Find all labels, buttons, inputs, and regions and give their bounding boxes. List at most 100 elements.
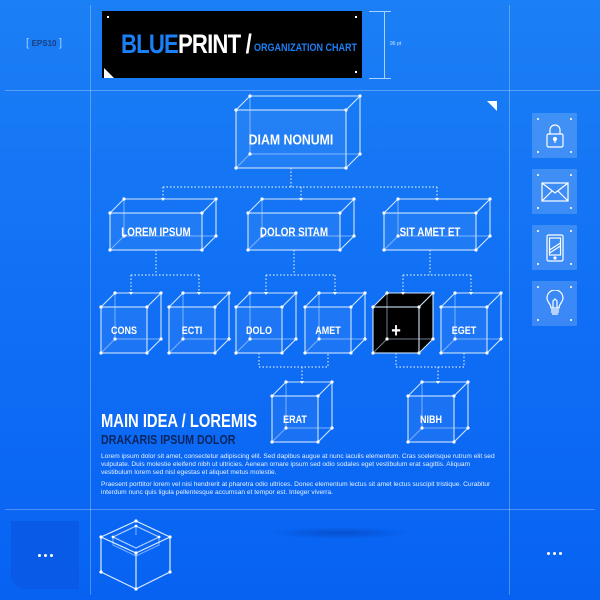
corner-dot xyxy=(537,319,539,321)
box-vertex xyxy=(167,305,171,309)
box-vertex xyxy=(417,305,421,309)
node-root[interactable]: DIAM NONUMI xyxy=(234,94,362,170)
corner-dot xyxy=(537,230,539,232)
box-vertex xyxy=(349,305,353,309)
node-add[interactable]: + xyxy=(371,291,435,355)
box-vertex xyxy=(439,305,443,309)
node-level2[interactable]: DOLO xyxy=(234,291,298,355)
connector-root xyxy=(163,168,437,188)
node-level1[interactable]: SIT AMET ET xyxy=(382,197,492,252)
box-vertex xyxy=(213,351,217,355)
drop-shadow xyxy=(270,527,410,539)
box-vertex xyxy=(431,291,435,295)
box-vertex xyxy=(159,291,163,295)
node-level2[interactable]: AMET xyxy=(303,291,367,355)
box-vertex xyxy=(466,380,470,384)
box-vertex xyxy=(431,337,435,341)
box-vertex xyxy=(453,291,457,295)
box-vertex xyxy=(466,426,470,430)
node-level2[interactable]: ECTI xyxy=(167,291,231,355)
box-vertex xyxy=(352,234,356,238)
box-vertex xyxy=(452,394,456,398)
node-label: CONS xyxy=(111,325,137,337)
sub-idea-heading: DRAKARIS IPSUM DOLOR xyxy=(101,432,236,447)
box-vertex xyxy=(234,305,238,309)
paragraph-1: Lorem ipsum dolor sit amet, consectetur … xyxy=(101,453,495,477)
body-text: Lorem ipsum dolor sit amet, consectetur … xyxy=(101,453,501,500)
box-vertex xyxy=(406,394,410,398)
box-vertex xyxy=(317,337,321,341)
box-vertex xyxy=(406,440,410,444)
box-vertex xyxy=(227,337,231,341)
node-label: DIAM NONUMI xyxy=(249,131,334,147)
box-vertex xyxy=(385,291,389,295)
box-vertex xyxy=(485,305,489,309)
mail-button[interactable] xyxy=(532,169,577,214)
box-vertex xyxy=(316,394,320,398)
more-button-left[interactable] xyxy=(11,521,79,589)
box-vertex xyxy=(159,337,163,341)
lock-icon xyxy=(545,123,564,148)
node-label: NIBH xyxy=(420,414,442,426)
node-label: EGET xyxy=(452,325,477,337)
corner-dot xyxy=(537,151,539,153)
box-vertex xyxy=(167,351,171,355)
box-vertex xyxy=(330,426,334,430)
box-vertex xyxy=(113,291,117,295)
corner-dot xyxy=(537,118,539,120)
corner-dot xyxy=(570,151,572,153)
box-vertex xyxy=(363,337,367,341)
box-vertex xyxy=(344,166,348,170)
box-vertex xyxy=(181,337,185,341)
org-chart: DIAM NONUMI LOREM IPSUM DOLOR SITAM SIT AME… xyxy=(99,94,503,444)
box-vertex xyxy=(294,337,298,341)
box-vertex xyxy=(122,197,126,201)
mobile-button[interactable] xyxy=(532,225,577,270)
box-vertex xyxy=(453,337,457,341)
more-button-right[interactable] xyxy=(547,552,562,555)
box-vertex xyxy=(214,234,218,238)
corner-dot xyxy=(537,263,539,265)
box-vertex xyxy=(474,248,478,252)
box-vertex xyxy=(396,197,400,201)
connector-level1 xyxy=(266,250,335,276)
corner-dot xyxy=(570,263,572,265)
box-vertex xyxy=(214,197,218,201)
box-vertex xyxy=(363,291,367,295)
box-vertex xyxy=(316,440,320,444)
node-level1[interactable]: LOREM IPSUM xyxy=(108,197,218,252)
box-vertex xyxy=(248,291,252,295)
box-vertex xyxy=(474,211,478,215)
box-vertex xyxy=(234,108,238,112)
box-vertex xyxy=(145,351,149,355)
node-label: ERAT xyxy=(283,414,308,426)
node-level2[interactable]: EGET xyxy=(439,291,503,355)
box-vertex xyxy=(382,248,386,252)
box-vertex xyxy=(200,211,204,215)
box-vertex xyxy=(200,248,204,252)
corner-dot xyxy=(570,319,572,321)
box-vertex xyxy=(213,305,217,309)
box-vertex xyxy=(181,291,185,295)
node-label: DOLOR SITAM xyxy=(260,226,328,239)
connector-level1 xyxy=(131,250,199,276)
box-vertex xyxy=(284,426,288,430)
box-vertex xyxy=(99,351,103,355)
corner-dot xyxy=(570,118,572,120)
node-level1[interactable]: DOLOR SITAM xyxy=(246,197,356,252)
box-vertex xyxy=(352,197,356,201)
box-vertex xyxy=(371,351,375,355)
lock-button[interactable] xyxy=(532,113,577,158)
lightbulb-button[interactable] xyxy=(532,281,577,326)
lightbulb-icon xyxy=(545,289,564,315)
node-level2[interactable]: CONS xyxy=(99,291,163,355)
connector-level2 xyxy=(258,353,329,368)
node-level3[interactable]: NIBH xyxy=(406,380,470,444)
node-level3[interactable]: ERAT xyxy=(270,380,334,444)
box-vertex xyxy=(145,305,149,309)
box-vertex xyxy=(499,337,503,341)
node-label: + xyxy=(391,319,401,342)
box-vertex xyxy=(270,440,274,444)
node-label: ECTI xyxy=(182,325,203,337)
node-label: SIT AMET ET xyxy=(400,226,461,239)
